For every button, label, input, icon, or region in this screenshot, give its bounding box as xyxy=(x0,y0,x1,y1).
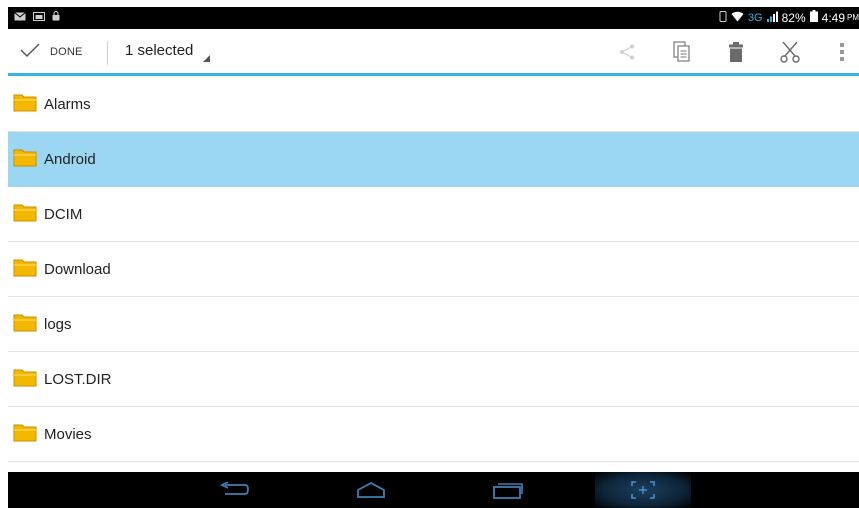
checkmark-icon xyxy=(20,43,40,62)
folder-row-dcim[interactable]: DCIM xyxy=(8,187,859,242)
folder-icon xyxy=(13,312,37,337)
gallery-icon xyxy=(33,11,45,21)
folder-row-lost-dir[interactable]: LOST.DIR xyxy=(8,352,859,407)
done-button[interactable]: DONE xyxy=(20,37,83,67)
folder-name: LOST.DIR xyxy=(44,370,112,388)
action-bar-divider xyxy=(107,41,108,65)
folder-name: Movies xyxy=(44,425,92,443)
mail-icon xyxy=(14,11,26,21)
folder-row-alarms[interactable]: Alarms xyxy=(8,77,859,132)
notification-area xyxy=(14,11,60,21)
folder-icon xyxy=(13,367,37,392)
share-icon[interactable] xyxy=(614,39,640,65)
vibrate-icon xyxy=(719,10,727,25)
signal-icon xyxy=(766,11,778,25)
selection-dropdown[interactable]: 1 selected xyxy=(125,42,211,62)
overflow-menu-icon[interactable] xyxy=(829,39,855,65)
home-icon[interactable] xyxy=(341,476,401,504)
wifi-icon xyxy=(731,11,744,25)
folder-name: Android xyxy=(44,150,96,168)
folder-name: logs xyxy=(44,315,72,333)
folder-row-android[interactable]: Android xyxy=(8,132,859,187)
folder-name: DCIM xyxy=(44,205,83,223)
folder-icon xyxy=(13,257,37,282)
battery-percent: 82% xyxy=(781,10,806,25)
screenshot-icon[interactable] xyxy=(595,472,691,508)
screen: 3G 82% 4:49 PM DONE 1 selected Alarms An… xyxy=(0,0,859,508)
folder-list: Alarms Android DCIM Download logs LOST.D… xyxy=(8,77,859,462)
done-label: DONE xyxy=(50,46,83,58)
folder-icon xyxy=(13,422,37,447)
navigation-bar xyxy=(8,472,859,508)
cut-icon[interactable] xyxy=(777,39,803,65)
dropdown-corner-icon xyxy=(203,55,211,62)
battery-icon xyxy=(809,10,818,25)
network-type: 3G xyxy=(747,11,763,24)
folder-row-logs[interactable]: logs xyxy=(8,297,859,352)
folder-row-download[interactable]: Download xyxy=(8,242,859,297)
contextual-action-bar: DONE 1 selected xyxy=(8,29,859,74)
status-bar: 3G 82% 4:49 PM xyxy=(8,7,859,29)
clock-ampm: PM xyxy=(847,13,859,22)
folder-row-movies[interactable]: Movies xyxy=(8,407,859,462)
folder-name: Alarms xyxy=(44,95,91,113)
recent-apps-icon[interactable] xyxy=(478,476,538,504)
action-bar-accent-line xyxy=(8,73,859,76)
folder-icon xyxy=(13,92,37,117)
folder-icon xyxy=(13,202,37,227)
system-status: 3G 82% 4:49 PM xyxy=(719,10,859,25)
folder-icon xyxy=(13,147,37,172)
clock: 4:49 xyxy=(821,10,845,25)
selection-count: 1 selected xyxy=(125,42,194,59)
delete-icon[interactable] xyxy=(723,39,749,65)
copy-icon[interactable] xyxy=(669,39,695,65)
folder-name: Download xyxy=(44,260,111,278)
back-icon[interactable] xyxy=(204,476,264,504)
lock-icon xyxy=(52,11,60,21)
